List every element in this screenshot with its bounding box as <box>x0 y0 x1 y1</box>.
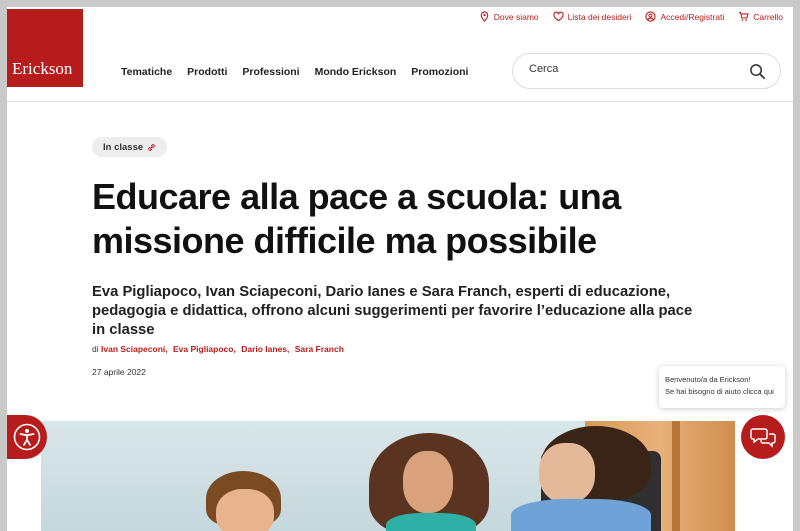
by-prefix: di <box>92 344 99 354</box>
category-tag-label: In classe <box>103 141 144 153</box>
erickson-logo[interactable]: Erickson <box>7 9 83 87</box>
author-link[interactable]: Eva Pigliapoco, <box>173 344 236 354</box>
wishlist-label: Lista dei desideri <box>567 11 632 22</box>
heart-icon <box>553 11 564 22</box>
author-link[interactable]: Ivan Sciapeconi, <box>101 344 168 354</box>
nav-item-promozioni[interactable]: Promozioni <box>411 66 468 78</box>
category-tag[interactable]: In classe <box>92 137 168 157</box>
wishlist-link[interactable]: Lista dei desideri <box>553 11 632 22</box>
article-hero-image <box>41 421 735 531</box>
search-icon[interactable] <box>749 63 766 80</box>
logo-text: Erickson <box>12 59 73 78</box>
nav-item-mondo-erickson[interactable]: Mondo Erickson <box>315 66 397 78</box>
accessibility-icon <box>13 423 41 451</box>
search-box <box>512 53 781 89</box>
cart-icon <box>739 11 749 21</box>
browser-viewport: Erickson Dove siamo Lista dei desideri A… <box>7 7 793 531</box>
cart-link[interactable]: Carrello <box>738 11 783 22</box>
article-authors: di Ivan Sciapeconi, Eva Pigliapoco, Dari… <box>92 344 347 354</box>
article-title: Educare alla pace a scuola: una missione… <box>92 176 621 261</box>
author-link[interactable]: Sara Franch <box>295 344 344 354</box>
location-link[interactable]: Dove siamo <box>479 11 539 22</box>
article-date: 27 aprile 2022 <box>92 367 146 377</box>
cart-label: Carrello <box>753 11 783 22</box>
location-label: Dove siamo <box>493 11 539 22</box>
account-link[interactable]: Accedi/Registrati <box>645 11 724 22</box>
site-header: Erickson Dove siamo Lista dei desideri A… <box>7 7 793 102</box>
author-link[interactable]: Dario Ianes, <box>241 344 289 354</box>
chat-help-line: Se hai bisogno di aiuto clicca qui <box>665 387 774 396</box>
article-subtitle: Eva Pigliapoco, Ivan Sciapeconi, Dario I… <box>92 284 693 338</box>
main-nav: Tematiche Prodotti Professioni Mondo Eri… <box>121 66 468 78</box>
user-icon <box>645 11 657 22</box>
chat-welcome-bubble[interactable]: Benvenuto/a da Erickson! Se hai bisogno … <box>659 366 785 408</box>
search-input[interactable] <box>529 63 729 75</box>
nav-item-professioni[interactable]: Professioni <box>242 66 299 78</box>
chat-icon <box>750 428 776 448</box>
account-label: Accedi/Registrati <box>660 11 725 22</box>
utility-links: Dove siamo Lista dei desideri Accedi/Reg… <box>479 11 783 22</box>
link-icon <box>148 143 155 151</box>
nav-item-prodotti[interactable]: Prodotti <box>187 66 227 78</box>
nav-item-tematiche[interactable]: Tematiche <box>121 66 172 78</box>
chat-welcome-line: Benvenuto/a da Erickson! <box>665 375 751 384</box>
map-pin-icon <box>480 11 489 22</box>
chat-button[interactable] <box>741 415 785 459</box>
